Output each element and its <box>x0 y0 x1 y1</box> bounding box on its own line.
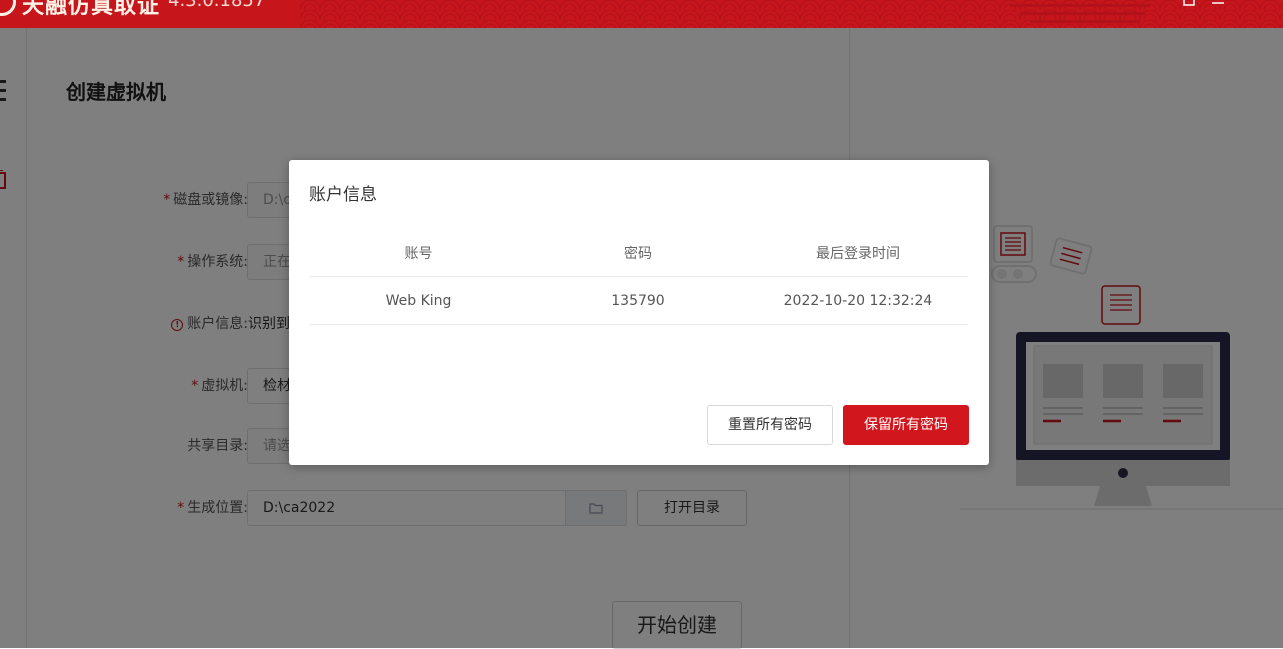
restore-icon[interactable] <box>1182 0 1196 6</box>
table-row[interactable]: Web King 135790 2022-10-20 12:32:24 <box>309 276 968 325</box>
column-header-account: 账号 <box>309 230 528 277</box>
dialog-title: 账户信息 <box>309 185 377 205</box>
account-info-dialog: 账户信息 账号 密码 最后登录时间 Web King 135790 2022-1… <box>289 160 989 465</box>
app-version: 4.3.0.1857 <box>168 0 266 11</box>
minimize-icon[interactable] <box>1211 0 1225 6</box>
column-header-password: 密码 <box>528 230 748 277</box>
account-table: 账号 密码 最后登录时间 Web King 135790 2022-10-20 … <box>309 230 968 325</box>
title-bar: 天融仿真取证 4.3.0.1857 <box>0 0 1283 28</box>
cell-password: 135790 <box>528 276 748 325</box>
column-header-last-login: 最后登录时间 <box>748 230 968 277</box>
app-title: 天融仿真取证 <box>22 0 161 19</box>
reset-all-passwords-button[interactable]: 重置所有密码 <box>707 405 833 445</box>
cell-last-login: 2022-10-20 12:32:24 <box>748 276 968 325</box>
cell-account: Web King <box>309 276 528 325</box>
keep-all-passwords-button[interactable]: 保留所有密码 <box>843 405 969 445</box>
table-header-row: 账号 密码 最后登录时间 <box>309 230 968 277</box>
